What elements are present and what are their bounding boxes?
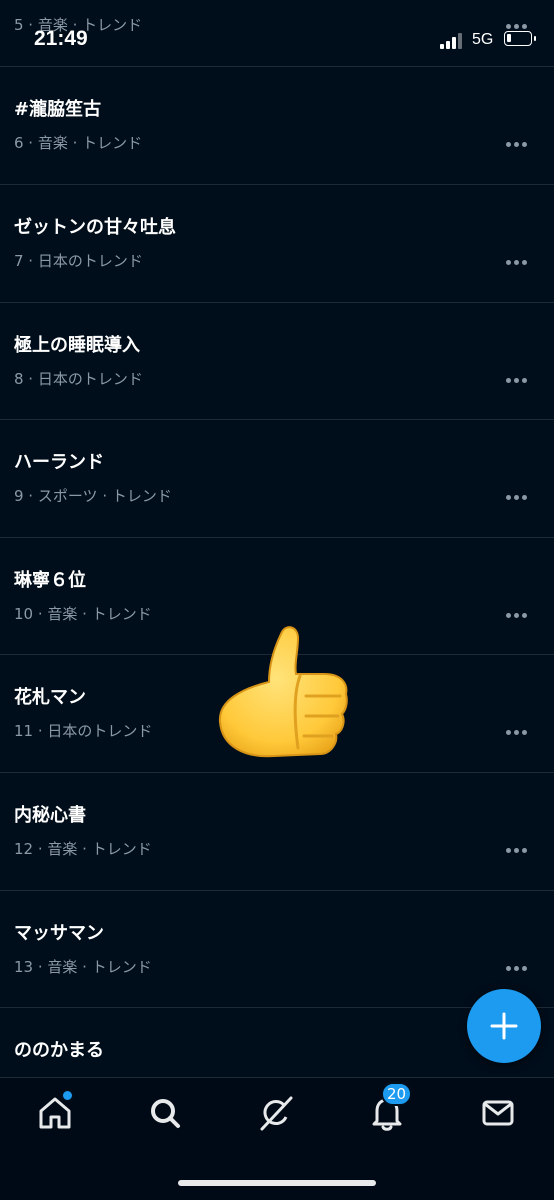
trend-title: 極上の睡眠導入 — [14, 335, 140, 356]
nav-notifications[interactable]: 20 — [367, 1082, 413, 1133]
trend-meta: 11 · 日本のトレンド — [14, 722, 153, 740]
compose-button[interactable] — [467, 989, 541, 1063]
trend-item[interactable]: ゼットンの甘々吐息 7 · 日本のトレンド — [0, 184, 554, 302]
search-icon — [151, 1099, 180, 1128]
battery-icon — [504, 31, 536, 46]
more-icon[interactable] — [506, 378, 530, 384]
trend-item[interactable]: マッサマン 13 · 音楽 · トレンド — [0, 890, 554, 1008]
more-icon[interactable] — [506, 613, 530, 619]
more-icon[interactable] — [506, 142, 530, 148]
trend-meta: 12 · 音楽 · トレンド — [14, 840, 152, 858]
more-icon[interactable] — [506, 260, 530, 266]
nav-messages[interactable] — [478, 1093, 518, 1133]
trend-title: 花札マン — [14, 687, 86, 708]
trend-meta: 8 · 日本のトレンド — [14, 370, 143, 388]
nav-home[interactable] — [35, 1089, 75, 1133]
plus-icon — [490, 1012, 518, 1040]
status-bar: 21:49 5G — [0, 0, 554, 80]
nav-search[interactable] — [145, 1093, 185, 1133]
thumbs-up-emoji — [218, 626, 348, 758]
notification-badge: 20 — [381, 1082, 413, 1106]
trend-meta: 7 · 日本のトレンド — [14, 252, 143, 270]
home-notification-dot — [61, 1089, 74, 1102]
trend-title: ゼットンの甘々吐息 — [14, 217, 176, 238]
trend-title: ハーランド — [14, 452, 104, 473]
trend-title: 内秘心書 — [14, 805, 86, 826]
trend-meta: 13 · 音楽 · トレンド — [14, 958, 152, 976]
trend-item[interactable]: 極上の睡眠導入 8 · 日本のトレンド — [0, 302, 554, 420]
trend-meta: 10 · 音楽 · トレンド — [14, 605, 152, 623]
trend-item[interactable]: #瀧脇笙古 6 · 音楽 · トレンド — [0, 66, 554, 184]
signal-icon — [440, 33, 464, 49]
network-type: 5G — [472, 31, 494, 48]
trend-title: ののかまる — [14, 1040, 104, 1061]
grok-icon — [260, 1096, 293, 1131]
mail-icon — [482, 1100, 514, 1126]
more-icon[interactable] — [506, 730, 530, 736]
trend-item[interactable]: 内秘心書 12 · 音楽 · トレンド — [0, 772, 554, 890]
trend-meta: 9 · スポーツ · トレンド — [14, 487, 172, 505]
more-icon[interactable] — [506, 966, 530, 972]
trend-title: マッサマン — [14, 923, 104, 944]
more-icon[interactable] — [506, 848, 530, 854]
status-time: 21:49 — [34, 27, 88, 50]
nav-grok[interactable] — [256, 1093, 296, 1133]
trend-item[interactable]: ハーランド 9 · スポーツ · トレンド — [0, 419, 554, 537]
trend-title: 琳寧６位 — [14, 570, 86, 591]
more-icon[interactable] — [506, 495, 530, 501]
trend-title: #瀧脇笙古 — [14, 99, 102, 120]
home-indicator — [178, 1180, 376, 1186]
trend-meta: 6 · 音楽 · トレンド — [14, 134, 143, 152]
